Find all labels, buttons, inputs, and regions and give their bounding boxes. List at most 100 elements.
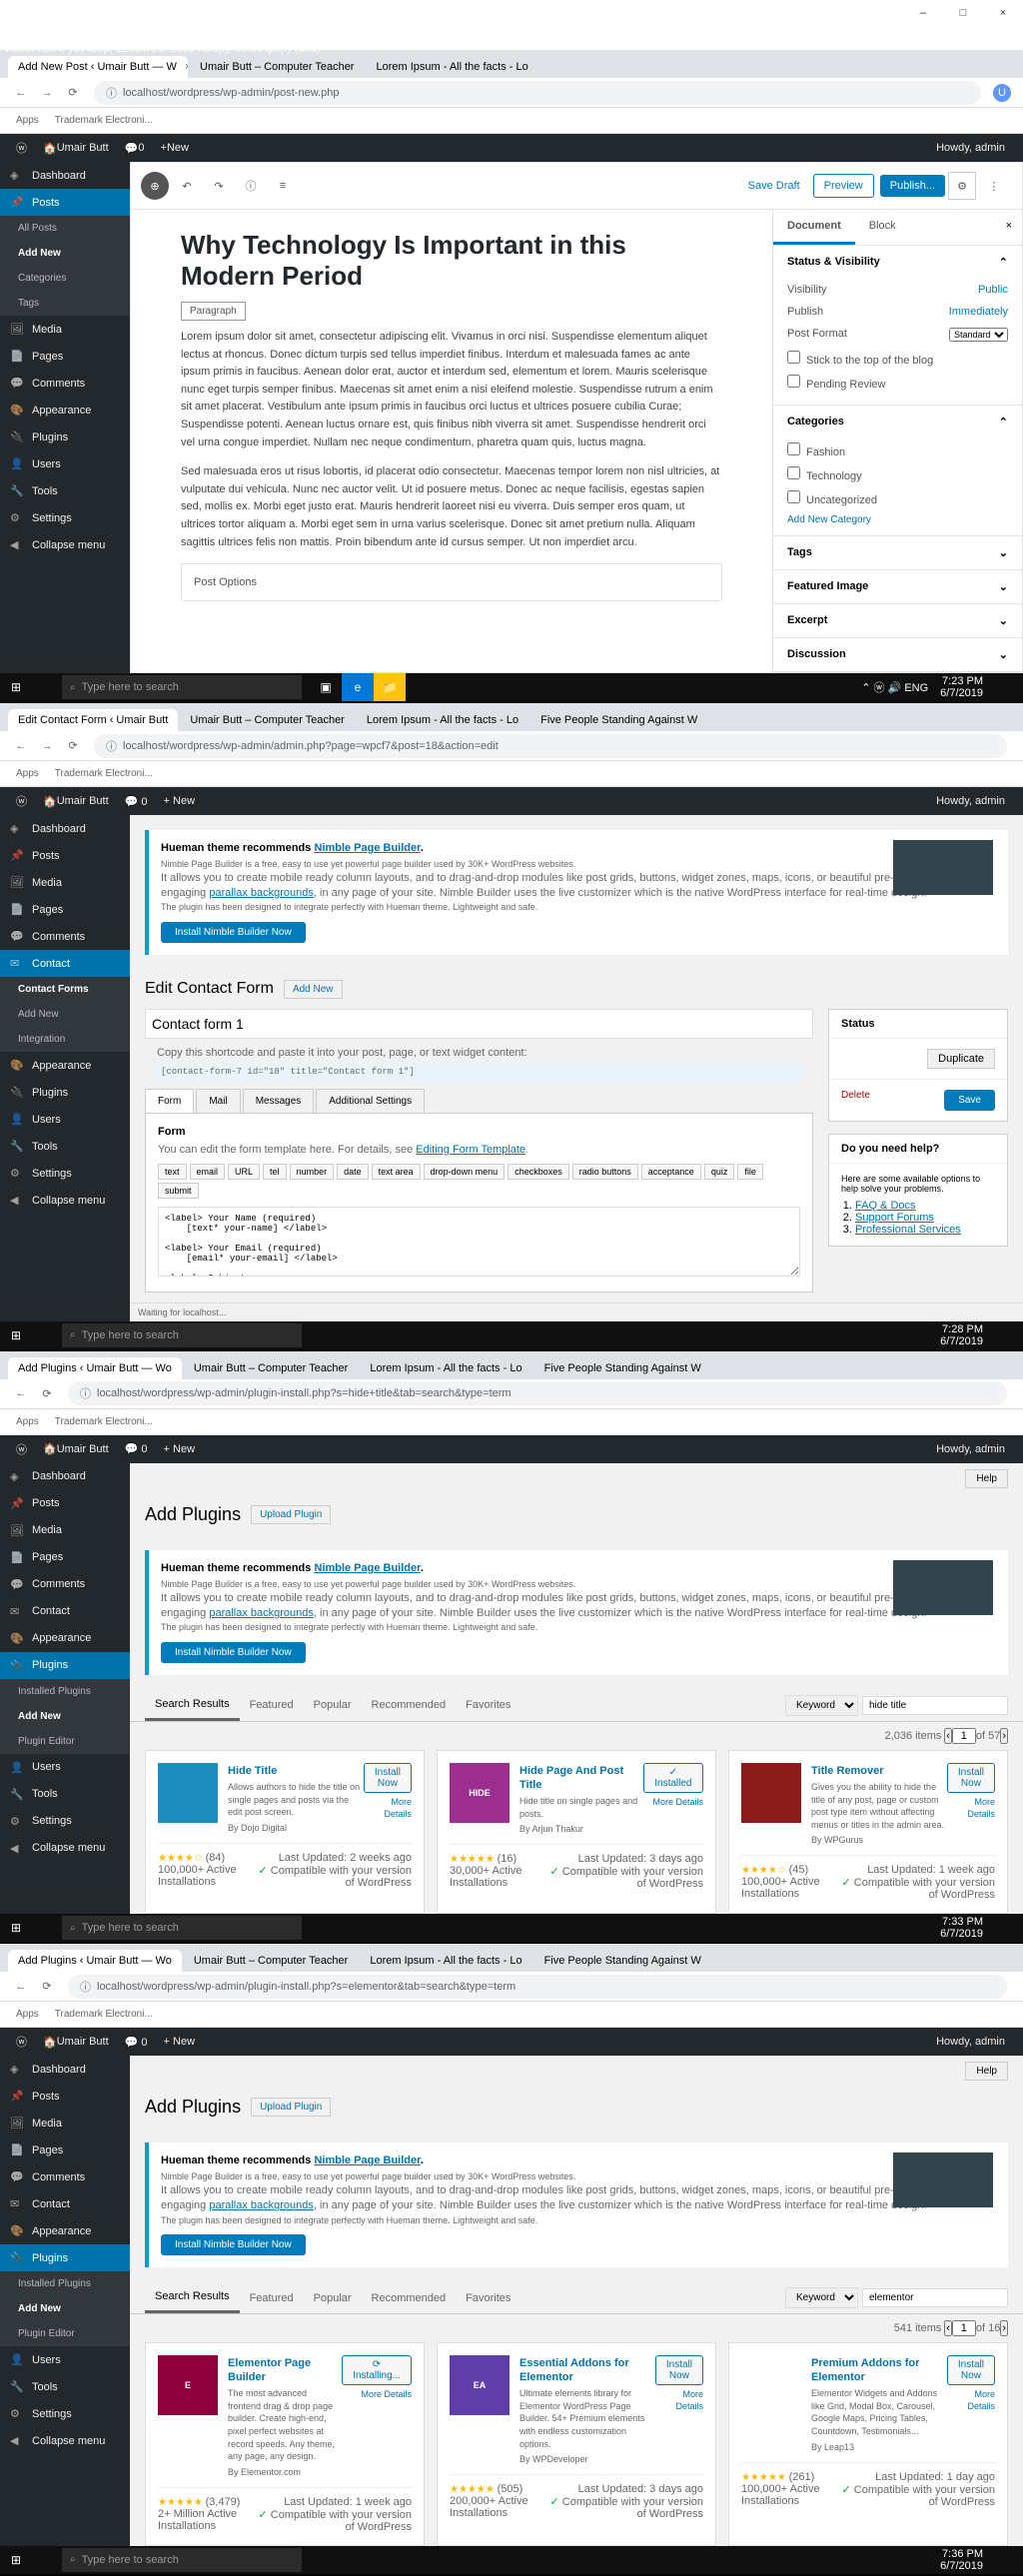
visibility-value[interactable]: Public: [978, 284, 1008, 296]
close-icon[interactable]: ×: [185, 61, 188, 73]
install-button[interactable]: ⟳ Installing...: [342, 2355, 412, 2385]
howdy-user[interactable]: Howdy, admin: [926, 1443, 1015, 1455]
browser-tab[interactable]: Lorem Ipsum - All the facts - Lo: [366, 56, 537, 78]
menu-dashboard[interactable]: ◈Dashboard: [0, 1463, 130, 1490]
panel-excerpt[interactable]: Excerpt⌄: [773, 604, 1022, 637]
install-nimble-button[interactable]: Install Nimble Builder Now: [161, 1642, 306, 1663]
tag-button[interactable]: text: [158, 1164, 187, 1180]
clock[interactable]: 7:28 PM6/7/2019: [940, 1323, 983, 1347]
url-bar[interactable]: ⓘ localhost/wordpress/wp-admin/plugin-in…: [68, 1381, 1007, 1405]
cat-checkbox[interactable]: [787, 466, 800, 479]
panel-tags[interactable]: Tags⌄: [773, 536, 1022, 569]
tag-button[interactable]: radio buttons: [572, 1164, 638, 1180]
paragraph-block[interactable]: Sed malesuada eros ut risus lobortis, id…: [181, 463, 722, 551]
tag-button[interactable]: submit: [158, 1183, 199, 1199]
browser-tab[interactable]: Umair Butt – Computer Teacher: [184, 1357, 358, 1379]
more-details-link[interactable]: More Details: [361, 2389, 412, 2399]
menu-pages[interactable]: 📄Pages: [0, 1544, 130, 1571]
browser-tab[interactable]: Lorem Ipsum - All the facts - Lo: [360, 1950, 531, 1972]
tag-button[interactable]: date: [337, 1164, 369, 1180]
pending-checkbox[interactable]: [787, 375, 800, 388]
install-button[interactable]: Install Now: [655, 2355, 703, 2385]
forward-icon[interactable]: →: [38, 737, 56, 755]
howdy-user[interactable]: Howdy, admin: [926, 795, 1015, 807]
menu-comments[interactable]: 💬Comments: [0, 923, 130, 950]
submenu-installed[interactable]: Installed Plugins: [0, 2271, 130, 2296]
more-details-link[interactable]: More Details: [967, 2389, 995, 2411]
tab-popular[interactable]: Popular: [304, 2284, 362, 2312]
block-type-label[interactable]: Paragraph: [181, 302, 246, 321]
comments-icon[interactable]: 💬 0: [117, 795, 156, 808]
menu-appearance[interactable]: 🎨Appearance: [0, 1052, 130, 1079]
post-title[interactable]: Why Technology Is Important in this Mode…: [181, 230, 722, 292]
tab-mail[interactable]: Mail: [196, 1089, 240, 1113]
settings-icon[interactable]: ⚙: [948, 172, 976, 200]
browser-tab[interactable]: Lorem Ipsum - All the facts - Lo: [357, 709, 528, 731]
duplicate-button[interactable]: Duplicate: [927, 1049, 995, 1069]
bookmark-item[interactable]: Trademark Electroni...: [47, 113, 161, 128]
panel-status[interactable]: Status & Visibility⌃: [773, 246, 1022, 279]
search-type-select[interactable]: Keyword: [785, 1695, 858, 1716]
submenu-editor[interactable]: Plugin Editor: [0, 2321, 130, 2346]
menu-posts[interactable]: 📌Posts: [0, 1490, 130, 1517]
menu-posts[interactable]: 📌Posts: [0, 842, 130, 869]
taskbar-search[interactable]: ⌕ Type here to search: [62, 1916, 302, 1940]
minimize-button[interactable]: –: [903, 0, 943, 26]
prev-page[interactable]: ‹: [944, 2320, 952, 2336]
tray-icons[interactable]: ⌃ ⓦ 🔊 ENG: [861, 679, 928, 695]
menu-dashboard[interactable]: ◈Dashboard: [0, 2056, 130, 2083]
preview-button[interactable]: Preview: [813, 174, 874, 198]
next-page[interactable]: ›: [1000, 1728, 1008, 1744]
close-sidebar-icon[interactable]: ×: [996, 210, 1022, 245]
nimble-link[interactable]: Nimble Page Builder: [314, 1562, 420, 1574]
prev-page[interactable]: ‹: [944, 1728, 952, 1744]
menu-dashboard[interactable]: ◈Dashboard: [0, 162, 130, 189]
wp-logo-icon[interactable]: ⓦ: [8, 793, 35, 809]
menu-tools[interactable]: 🔧Tools: [0, 477, 130, 504]
tab-recommended[interactable]: Recommended: [362, 2284, 457, 2312]
menu-media[interactable]: 🖼Media: [0, 316, 130, 343]
menu-users[interactable]: 👤Users: [0, 1754, 130, 1781]
menu-plugins[interactable]: 🔌Plugins: [0, 424, 130, 450]
form-template-help-link[interactable]: Editing Form Template: [416, 1144, 525, 1156]
url-bar[interactable]: ⓘ localhost/wordpress/wp-admin/admin.php…: [94, 734, 1007, 758]
menu-settings[interactable]: ⚙Settings: [0, 1808, 130, 1835]
install-button[interactable]: Install Now: [947, 2355, 995, 2385]
menu-pages[interactable]: 📄Pages: [0, 343, 130, 370]
task-view-icon[interactable]: ▣: [310, 673, 342, 701]
upload-plugin-button[interactable]: Upload Plugin: [251, 2098, 331, 2117]
plugin-title-link[interactable]: Elementor Page Builder: [228, 2357, 311, 2383]
menu-media[interactable]: 🖼Media: [0, 1517, 130, 1544]
wp-logo-icon[interactable]: ⓦ: [8, 1441, 35, 1457]
close-button[interactable]: ×: [983, 0, 1023, 26]
cat-checkbox[interactable]: [787, 490, 800, 503]
tab-form[interactable]: Form: [145, 1089, 194, 1113]
browser-tab[interactable]: Lorem Ipsum - All the facts - Lo: [360, 1357, 531, 1379]
plugin-search-input[interactable]: [862, 2288, 1008, 2307]
menu-plugins[interactable]: 🔌Plugins: [0, 2244, 130, 2271]
menu-users[interactable]: 👤Users: [0, 450, 130, 477]
menu-pages[interactable]: 📄Pages: [0, 896, 130, 923]
menu-settings[interactable]: ⚙Settings: [0, 2400, 130, 2427]
shortcode-display[interactable]: [contact-form-7 id="18" title="Contact f…: [157, 1063, 801, 1081]
submenu-editor[interactable]: Plugin Editor: [0, 1729, 130, 1754]
clock[interactable]: 7:33 PM6/7/2019: [940, 1916, 983, 1940]
url-bar[interactable]: ⓘ localhost/wordpress/wp-admin/post-new.…: [94, 81, 981, 105]
more-details-link[interactable]: More Details: [384, 1797, 412, 1819]
tag-button[interactable]: checkboxes: [508, 1164, 569, 1180]
menu-plugins[interactable]: 🔌Plugins: [0, 1652, 130, 1679]
undo-icon[interactable]: ↶: [173, 172, 201, 200]
help-button[interactable]: Help: [965, 1469, 1008, 1488]
menu-contact[interactable]: ✉Contact: [0, 2190, 130, 2217]
paragraph-block[interactable]: Lorem ipsum dolor sit amet, consectetur …: [181, 329, 722, 451]
menu-tools[interactable]: 🔧Tools: [0, 1133, 130, 1160]
browser-tab[interactable]: Umair Butt – Computer Teacher: [190, 56, 364, 78]
form-template-textarea[interactable]: <label> Your Name (required) [text* your…: [158, 1207, 800, 1277]
menu-users[interactable]: 👤Users: [0, 1106, 130, 1133]
reload-icon[interactable]: ⟳: [64, 737, 82, 755]
new-content[interactable]: + New: [156, 795, 204, 807]
start-button[interactable]: ⊞: [0, 1914, 32, 1942]
taskbar-search[interactable]: ⌕ Type here to search: [62, 1323, 302, 1347]
wp-logo-icon[interactable]: ⓦ: [8, 140, 35, 156]
menu-pages[interactable]: 📄Pages: [0, 2137, 130, 2163]
